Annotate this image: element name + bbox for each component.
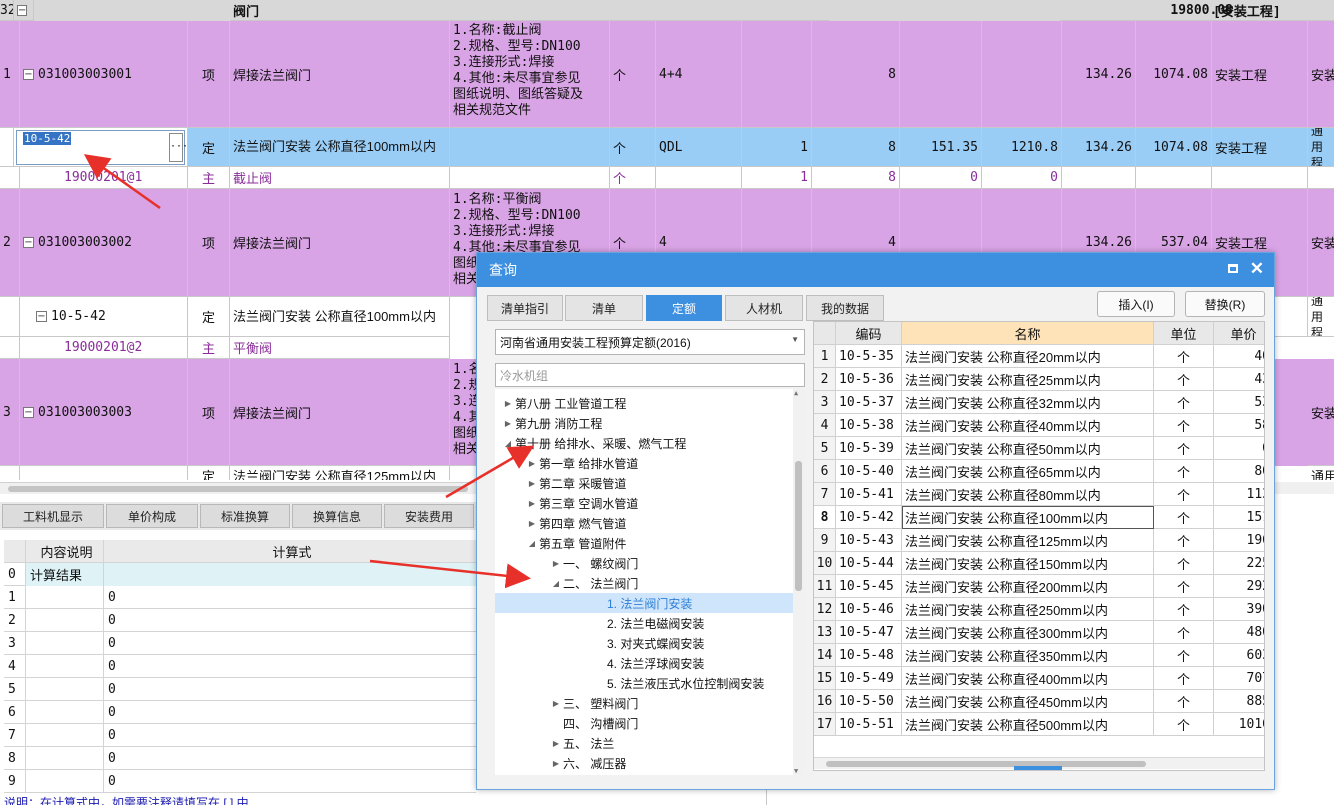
arrow-to-flange-valve [369,559,531,589]
arrow-to-chapter [445,445,535,499]
annotation-arrows [83,154,535,589]
arrow-to-quota-code [83,154,161,210]
